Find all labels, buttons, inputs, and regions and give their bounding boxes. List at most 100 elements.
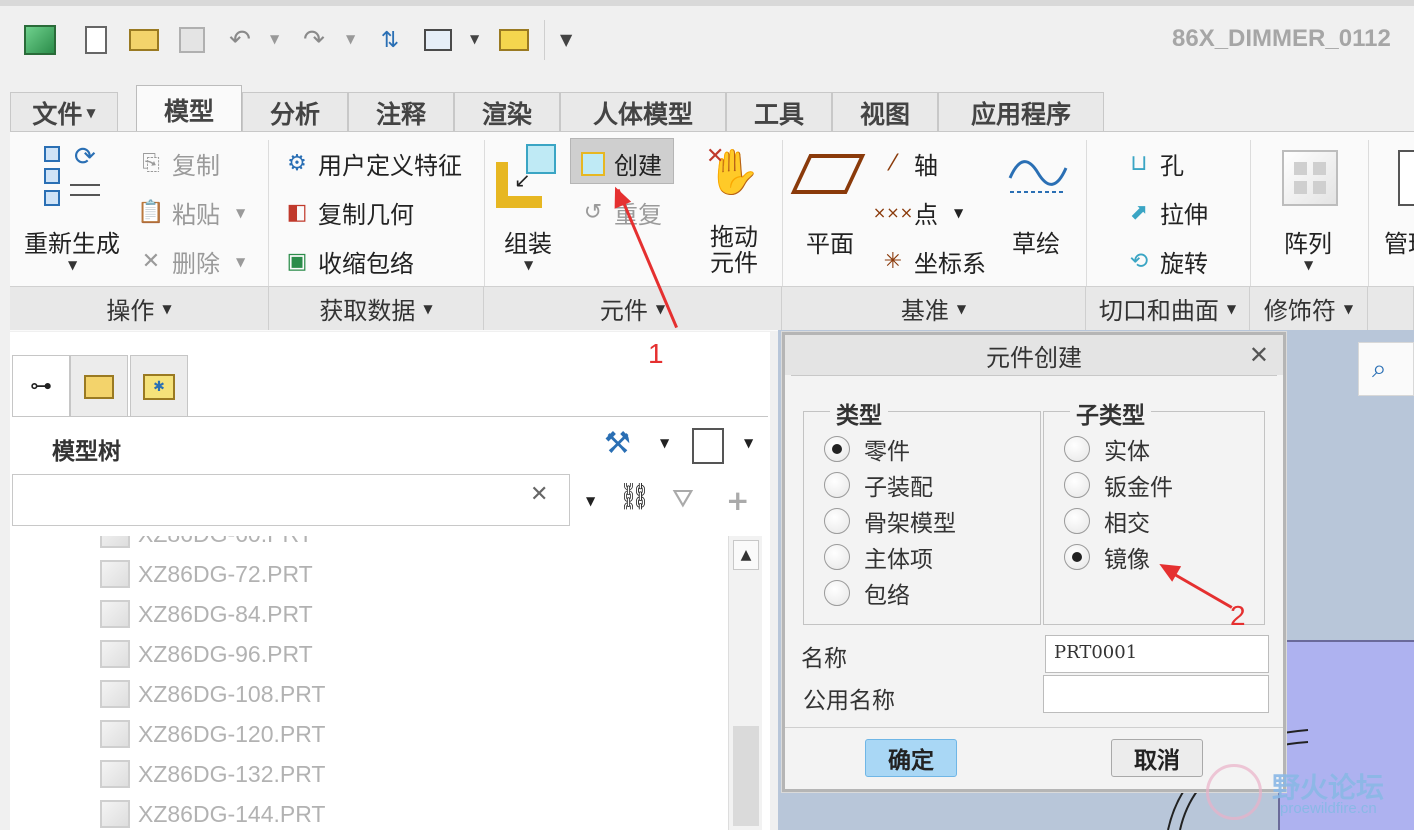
tab-analysis[interactable]: 分析 — [242, 92, 348, 132]
zoom-icon[interactable]: ⌕ — [1372, 354, 1387, 385]
add-icon[interactable]: + — [726, 484, 749, 517]
tree-scrollbar[interactable]: ▲ — [728, 536, 762, 830]
hole-button[interactable]: ⊔ 孔 — [1124, 146, 1184, 181]
tree-item[interactable]: XZ86DG-84.PRT — [100, 594, 313, 634]
clear-search-icon[interactable]: ✕ — [530, 482, 548, 507]
tree-item[interactable]: XZ86DG-120.PRT — [100, 714, 325, 754]
tab-manikin[interactable]: 人体模型 — [560, 92, 726, 132]
cancel-button[interactable]: 取消 — [1111, 739, 1203, 777]
regenerate-icon[interactable]: ⇅ — [372, 22, 408, 58]
show-options-icon[interactable] — [692, 428, 724, 464]
shrinkwrap-button[interactable]: ▣ 收缩包络 — [282, 244, 414, 279]
group-modifiers[interactable]: 修饰符 ▼ — [1250, 286, 1368, 330]
delete-button[interactable]: ✕ 删除 ▼ — [136, 244, 245, 279]
chevron-down-icon[interactable]: ▼ — [68, 258, 77, 272]
chevron-down-icon[interactable]: ▼ — [744, 436, 753, 450]
tree-item[interactable]: XZ86DG-72.PRT — [100, 554, 313, 594]
undo-dropdown-icon[interactable]: ▼ — [270, 32, 279, 46]
axis-button[interactable]: ⁄ 轴 — [878, 146, 938, 181]
chevron-down-icon[interactable]: ▼ — [660, 436, 669, 450]
windows-dropdown-icon[interactable]: ▼ — [470, 32, 479, 46]
tree-search-input[interactable] — [12, 474, 570, 526]
copy-button[interactable]: ⎘ 复制 — [136, 146, 220, 181]
paste-button[interactable]: 📋 粘贴 ▼ — [136, 195, 245, 230]
udf-button[interactable]: ⚙ 用户定义特征 — [282, 146, 462, 181]
subtype-option[interactable]: 相交 — [1064, 504, 1150, 538]
group-cuts-surfaces[interactable]: 切口和曲面 ▼ — [1086, 286, 1250, 330]
regenerate-button[interactable]: 重新生成 — [24, 224, 120, 259]
create-component-button[interactable]: 创建 — [578, 146, 662, 181]
filter-icon[interactable]: ⛛ — [672, 484, 694, 515]
type-option[interactable]: 子装配 — [824, 468, 933, 502]
subtype-option[interactable]: 钣金件 — [1064, 468, 1173, 502]
radio[interactable] — [1064, 436, 1090, 462]
type-option[interactable]: 零件 — [824, 432, 910, 466]
tree-item[interactable]: XZ86DG-108.PRT — [100, 674, 325, 714]
tree-item[interactable]: XZ86DG-144.PRT — [100, 794, 325, 830]
windows-icon[interactable] — [420, 22, 456, 58]
radio[interactable] — [824, 544, 850, 570]
redo-dropdown-icon[interactable]: ▼ — [346, 32, 355, 46]
save-icon[interactable] — [174, 22, 210, 58]
favorites-tab[interactable]: ✱ — [130, 355, 188, 417]
tree-item-label: XZ86DG-60.PRT — [138, 536, 313, 548]
group-operations[interactable]: 操作 ▼ — [10, 286, 269, 330]
chevron-down-icon[interactable]: ▼ — [586, 494, 595, 508]
tree-item[interactable]: XZ86DG-132.PRT — [100, 754, 325, 794]
manage-button[interactable]: 管理 — [1384, 224, 1414, 259]
close-icon[interactable]: ✕ — [1249, 341, 1269, 369]
point-button[interactable]: ××× 点 ▼ — [873, 195, 963, 230]
find-binoculars-icon[interactable]: ⛓ — [618, 482, 651, 512]
app-icon[interactable] — [22, 22, 58, 58]
csys-button[interactable]: ✳ 坐标系 — [878, 244, 986, 279]
chevron-down-icon[interactable]: ▼ — [1304, 258, 1313, 272]
close-window-icon[interactable] — [496, 22, 532, 58]
tab-tools[interactable]: 工具 — [726, 92, 832, 132]
sketch-button[interactable]: 草绘 — [1012, 224, 1060, 259]
extrude-button[interactable]: ⬈ 拉伸 — [1124, 195, 1208, 230]
type-option[interactable]: 包络 — [824, 576, 910, 610]
radio[interactable] — [824, 508, 850, 534]
ok-button[interactable]: 确定 — [865, 739, 957, 777]
radio[interactable] — [824, 580, 850, 606]
scroll-up-icon[interactable]: ▲ — [733, 540, 759, 570]
open-icon[interactable] — [126, 22, 162, 58]
type-option[interactable]: 主体项 — [824, 540, 933, 574]
pattern-button[interactable]: 阵列 — [1284, 224, 1332, 259]
new-icon[interactable] — [78, 22, 114, 58]
tab-file[interactable]: 文件 ▼ — [10, 92, 118, 132]
group-get-data[interactable]: 获取数据 ▼ — [269, 286, 484, 330]
group-component[interactable]: 元件 ▼ — [484, 286, 782, 330]
copy-geometry-button[interactable]: ◧ 复制几何 — [282, 195, 414, 230]
chevron-down-icon[interactable]: ▼ — [524, 258, 533, 272]
revolve-button[interactable]: ⟲ 旋转 — [1124, 244, 1208, 279]
radio[interactable] — [1064, 508, 1090, 534]
subtype-option[interactable]: 实体 — [1064, 432, 1150, 466]
name-input[interactable]: PRT0001 — [1045, 635, 1269, 673]
subtype-option[interactable]: 镜像 — [1064, 540, 1150, 574]
radio[interactable] — [1064, 472, 1090, 498]
radio-selected[interactable] — [824, 436, 850, 462]
drag-components-button[interactable]: 拖动 元件 — [710, 224, 758, 276]
tree-item[interactable]: XZ86DG-96.PRT — [100, 634, 313, 674]
assemble-button[interactable]: 组装 — [504, 224, 552, 259]
type-option[interactable]: 骨架模型 — [824, 504, 956, 538]
tab-view[interactable]: 视图 — [832, 92, 938, 132]
tab-render[interactable]: 渲染 — [454, 92, 560, 132]
customize-icon[interactable]: ▼ — [560, 30, 572, 49]
plane-button[interactable]: 平面 — [806, 224, 854, 259]
scroll-thumb[interactable] — [733, 726, 759, 826]
tab-applications[interactable]: 应用程序 — [938, 92, 1104, 132]
radio[interactable] — [824, 472, 850, 498]
group-datum[interactable]: 基准 ▼ — [782, 286, 1086, 330]
radio-selected[interactable] — [1064, 544, 1090, 570]
undo-icon[interactable]: ↶ — [222, 22, 258, 58]
tab-model[interactable]: 模型 — [136, 85, 242, 133]
redo-icon[interactable]: ↷ — [296, 22, 332, 58]
model-tree-tab[interactable]: ⊶ — [12, 355, 70, 417]
tab-annotate[interactable]: 注释 — [348, 92, 454, 132]
settings-tools-icon[interactable]: ⚒ — [604, 426, 631, 461]
common-name-input[interactable] — [1043, 675, 1269, 713]
folder-browser-tab[interactable] — [70, 355, 128, 417]
tree-item[interactable]: XZ86DG-60.PRT — [100, 536, 313, 554]
